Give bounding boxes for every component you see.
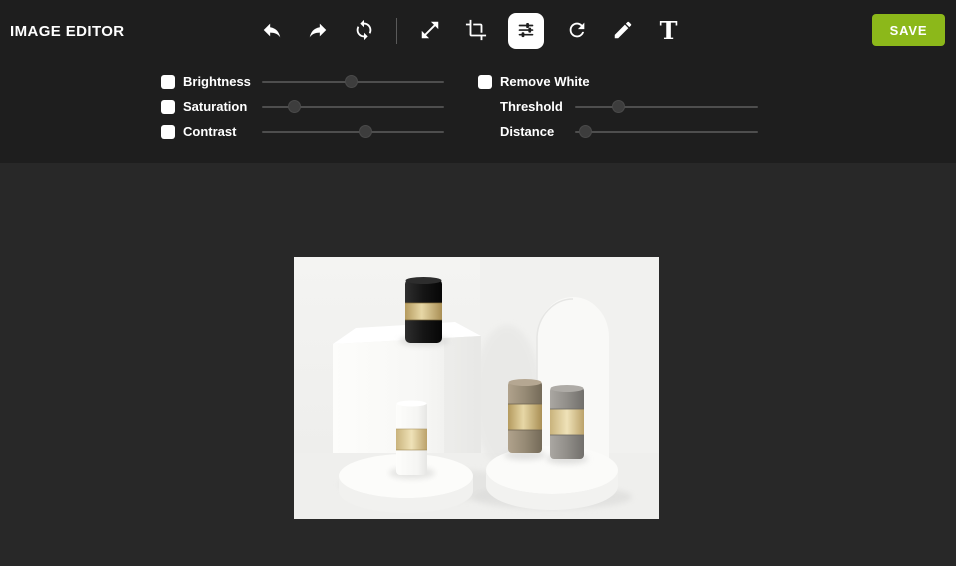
threshold-slider[interactable] [575,100,758,114]
brightness-row: Brightness [161,69,444,94]
reset-sync-icon [353,19,375,44]
undo-icon [261,19,283,44]
redo-icon [307,19,329,44]
saturation-row: Saturation [161,94,444,119]
adjustments-button[interactable] [508,13,544,49]
contrast-label: Contrast [183,124,237,139]
brightness-slider[interactable] [262,75,444,89]
edited-image[interactable] [294,257,659,519]
toolbar: T [258,13,682,49]
distance-row: Distance [478,119,758,144]
controls-right-column: Remove White Threshold Distance [478,69,758,144]
threshold-row: Threshold [478,94,758,119]
remove-white-label: Remove White [500,74,590,89]
resize-button[interactable] [416,18,443,45]
adjustments-sliders-icon [515,19,537,44]
brightness-checkbox[interactable] [161,74,175,89]
rotate-icon [566,19,588,44]
save-button[interactable]: SAVE [872,14,945,46]
remove-white-checkbox[interactable] [478,74,492,89]
toolbar-divider [396,18,397,44]
contrast-row: Contrast [161,119,444,144]
slider-handle[interactable] [359,125,373,138]
slider-handle[interactable] [579,125,593,138]
slider-track[interactable] [575,105,758,108]
slider-track[interactable] [262,130,444,133]
distance-label: Distance [500,124,555,139]
saturation-checkbox[interactable] [161,99,175,114]
page-title: IMAGE EDITOR [10,23,125,40]
slider-handle[interactable] [344,75,358,88]
contrast-slider[interactable] [262,125,444,139]
contrast-checkbox[interactable] [161,124,175,139]
reset-button[interactable] [350,18,377,45]
crop-button[interactable] [462,18,489,45]
rotate-button[interactable] [563,18,590,45]
threshold-label: Threshold [500,99,563,114]
pencil-icon [612,19,634,44]
brightness-label: Brightness [183,74,251,89]
redo-button[interactable] [304,18,331,45]
crop-icon [465,19,487,44]
resize-expand-icon [419,19,441,44]
text-tool-icon: T [659,16,678,45]
slider-handle[interactable] [288,100,302,113]
header-panel: IMAGE EDITOR T SAVE Brightness Saturatio… [0,0,956,163]
slider-track[interactable] [575,130,758,133]
remove-white-row: Remove White [478,69,758,94]
slider-handle[interactable] [612,100,626,113]
saturation-label: Saturation [183,99,248,114]
editor-canvas [0,163,956,566]
distance-slider[interactable] [575,125,758,139]
saturation-slider[interactable] [262,100,444,114]
text-button[interactable]: T [655,18,682,45]
controls-left-column: Brightness Saturation Contrast [161,69,444,144]
draw-button[interactable] [609,18,636,45]
undo-button[interactable] [258,18,285,45]
